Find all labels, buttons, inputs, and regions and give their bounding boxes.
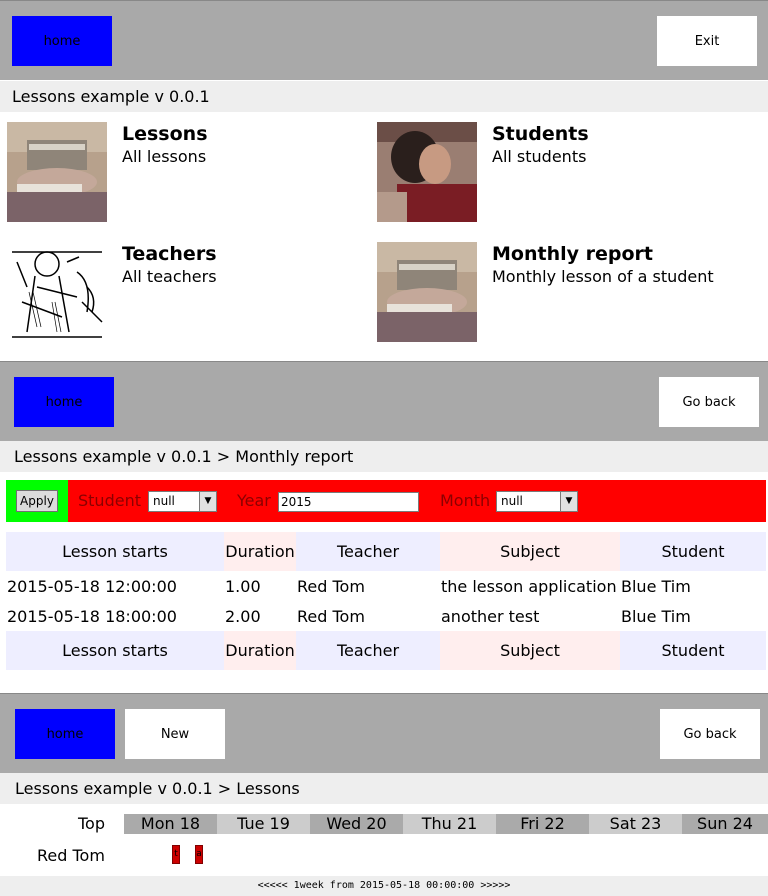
table-cell: Red Tom xyxy=(297,576,365,596)
column-header: Teacher xyxy=(296,532,440,571)
month-select-value: null xyxy=(501,494,523,508)
tile-monthly-report[interactable]: Monthly report Monthly lesson of a stude… xyxy=(377,242,747,342)
year-label: Year xyxy=(237,491,271,510)
calendar-top-label[interactable]: Top xyxy=(78,814,105,833)
apply-button[interactable]: Apply xyxy=(16,490,58,512)
year-input[interactable]: 2015 xyxy=(278,492,419,512)
table-cell: the lesson application xyxy=(441,576,617,596)
breadcrumb: Lessons example v 0.0.1 xyxy=(0,81,768,112)
new-button[interactable]: New xyxy=(125,709,225,759)
breadcrumb: Lessons example v 0.0.1 > Lessons xyxy=(0,773,768,804)
lesson-event-bar[interactable]: t xyxy=(172,845,180,864)
week-navigation[interactable]: <<<<< 1week from 2015-05-18 00:00:00 >>>… xyxy=(0,876,768,896)
column-footer: Student xyxy=(620,631,766,670)
main-toolbar: home Exit xyxy=(0,0,768,80)
column-header: Lesson starts xyxy=(6,532,224,571)
home-button[interactable]: home xyxy=(15,709,115,759)
reading-woman-photo-icon xyxy=(7,122,107,222)
column-footer: Teacher xyxy=(296,631,440,670)
exit-button[interactable]: Exit xyxy=(657,16,757,66)
student-photo-icon xyxy=(377,122,477,222)
tile-title: Teachers xyxy=(122,243,217,265)
table-header-row: Lesson starts Duration Teacher Subject S… xyxy=(6,532,766,571)
calendar-day-header: Wed 20 xyxy=(310,814,403,834)
tile-subtitle: All lessons xyxy=(122,147,207,166)
column-header: Duration xyxy=(224,532,296,571)
table-cell: 2.00 xyxy=(225,606,261,626)
table-cell: Red Tom xyxy=(297,606,365,626)
home-button[interactable]: home xyxy=(14,377,114,427)
chevron-down-icon[interactable]: ▼ xyxy=(199,492,216,511)
calendar-day-header: Thu 21 xyxy=(403,814,496,834)
home-button[interactable]: home xyxy=(12,16,112,66)
student-label: Student xyxy=(78,491,141,510)
tile-title: Lessons xyxy=(122,123,208,145)
table-cell: Blue Tim xyxy=(621,576,691,596)
table-row[interactable]: 2015-05-18 12:00:00 1.00 Red Tom the les… xyxy=(6,571,766,601)
report-toolbar: home Go back xyxy=(0,361,768,441)
chevron-down-icon[interactable]: ▼ xyxy=(560,492,577,511)
student-select-value: null xyxy=(153,494,175,508)
tile-title: Monthly report xyxy=(492,243,653,265)
tile-lessons[interactable]: Lessons All lessons xyxy=(7,122,377,222)
tile-teachers[interactable]: Teachers All teachers xyxy=(7,242,377,342)
calendar-day-header: Tue 19 xyxy=(217,814,310,834)
column-footer: Subject xyxy=(440,631,620,670)
tile-subtitle: All teachers xyxy=(122,267,217,286)
lesson-event-bar[interactable]: a xyxy=(195,845,203,864)
column-header: Subject xyxy=(440,532,620,571)
table-cell: another test xyxy=(441,606,540,626)
table-cell: Blue Tim xyxy=(621,606,691,626)
tile-title: Students xyxy=(492,123,589,145)
table-cell: 2015-05-18 18:00:00 xyxy=(7,606,177,626)
tile-subtitle: All students xyxy=(492,147,587,166)
table-footer-row: Lesson starts Duration Teacher Subject S… xyxy=(6,631,766,670)
report-filter-bar: Apply Student null ▼ Year 2015 Month nul… xyxy=(6,480,766,522)
breadcrumb: Lessons example v 0.0.1 > Monthly report xyxy=(0,441,768,472)
column-footer: Lesson starts xyxy=(6,631,224,670)
calendar-day-header: Sat 23 xyxy=(589,814,682,834)
student-select[interactable]: null ▼ xyxy=(148,491,217,512)
calendar-day-header: Sun 24 xyxy=(682,814,768,834)
month-select[interactable]: null ▼ xyxy=(496,491,578,512)
table-cell: 2015-05-18 12:00:00 xyxy=(7,576,177,596)
calendar-day-header: Fri 22 xyxy=(496,814,589,834)
go-back-button[interactable]: Go back xyxy=(659,377,759,427)
tile-subtitle: Monthly lesson of a student xyxy=(492,267,714,286)
reading-woman-photo-icon xyxy=(377,242,477,342)
calendar-day-header: Mon 18 xyxy=(124,814,217,834)
table-row[interactable]: 2015-05-18 18:00:00 2.00 Red Tom another… xyxy=(6,601,766,631)
tile-students[interactable]: Students All students xyxy=(377,122,747,222)
table-cell: 1.00 xyxy=(225,576,261,596)
calendar-row-teacher: Red Tom xyxy=(37,846,105,865)
column-header: Student xyxy=(620,532,766,571)
go-back-button[interactable]: Go back xyxy=(660,709,760,759)
teacher-engraving-icon xyxy=(7,242,107,342)
apply-area: Apply xyxy=(6,480,68,522)
monthly-report-table: Lesson starts Duration Teacher Subject S… xyxy=(6,532,766,670)
lessons-toolbar: home New Go back xyxy=(0,693,768,773)
column-footer: Duration xyxy=(224,631,296,670)
month-label: Month xyxy=(440,491,491,510)
